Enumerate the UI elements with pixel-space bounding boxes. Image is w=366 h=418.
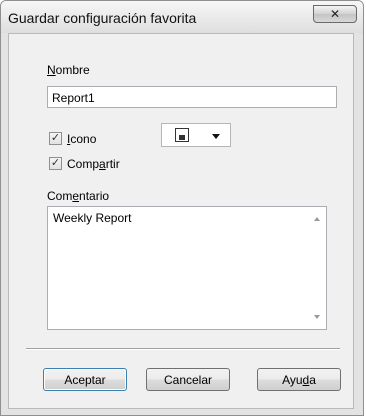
title-bar[interactable]: Guardar configuración favorita ✕ bbox=[1, 1, 363, 33]
scroll-up-icon[interactable] bbox=[314, 217, 320, 221]
floppy-disk-icon bbox=[175, 128, 189, 142]
name-label: Nombre bbox=[47, 63, 90, 77]
cancel-button[interactable]: Cancelar bbox=[146, 368, 230, 391]
icon-checkbox[interactable]: ✓ bbox=[49, 132, 62, 145]
check-icon: ✓ bbox=[50, 157, 61, 169]
share-checkbox[interactable]: ✓ bbox=[49, 157, 62, 170]
close-icon: ✕ bbox=[329, 7, 341, 21]
close-button[interactable]: ✕ bbox=[313, 5, 357, 23]
icon-select[interactable] bbox=[161, 123, 231, 147]
icon-checkbox-label[interactable]: Icono bbox=[67, 132, 96, 146]
scroll-down-icon[interactable] bbox=[314, 315, 320, 319]
share-checkbox-label[interactable]: Compartir bbox=[67, 157, 120, 171]
button-separator bbox=[26, 348, 340, 350]
comment-label: Comentario bbox=[47, 189, 110, 203]
dialog-content: Nombre Report1 ✓ Icono ✓ Compartir Comen… bbox=[8, 33, 354, 409]
help-button[interactable]: Ayu d a bbox=[257, 368, 341, 391]
comment-value: Weekly Report bbox=[53, 211, 132, 225]
name-value: Report1 bbox=[52, 91, 95, 105]
ok-button[interactable]: Aceptar bbox=[43, 368, 127, 391]
dialog-title: Guardar configuración favorita bbox=[8, 10, 197, 26]
name-input[interactable]: Report1 bbox=[47, 86, 337, 108]
comment-scrollbar[interactable] bbox=[309, 207, 326, 329]
chevron-down-icon bbox=[212, 134, 220, 139]
comment-textarea[interactable]: Weekly Report bbox=[47, 206, 327, 330]
check-icon: ✓ bbox=[50, 132, 61, 144]
